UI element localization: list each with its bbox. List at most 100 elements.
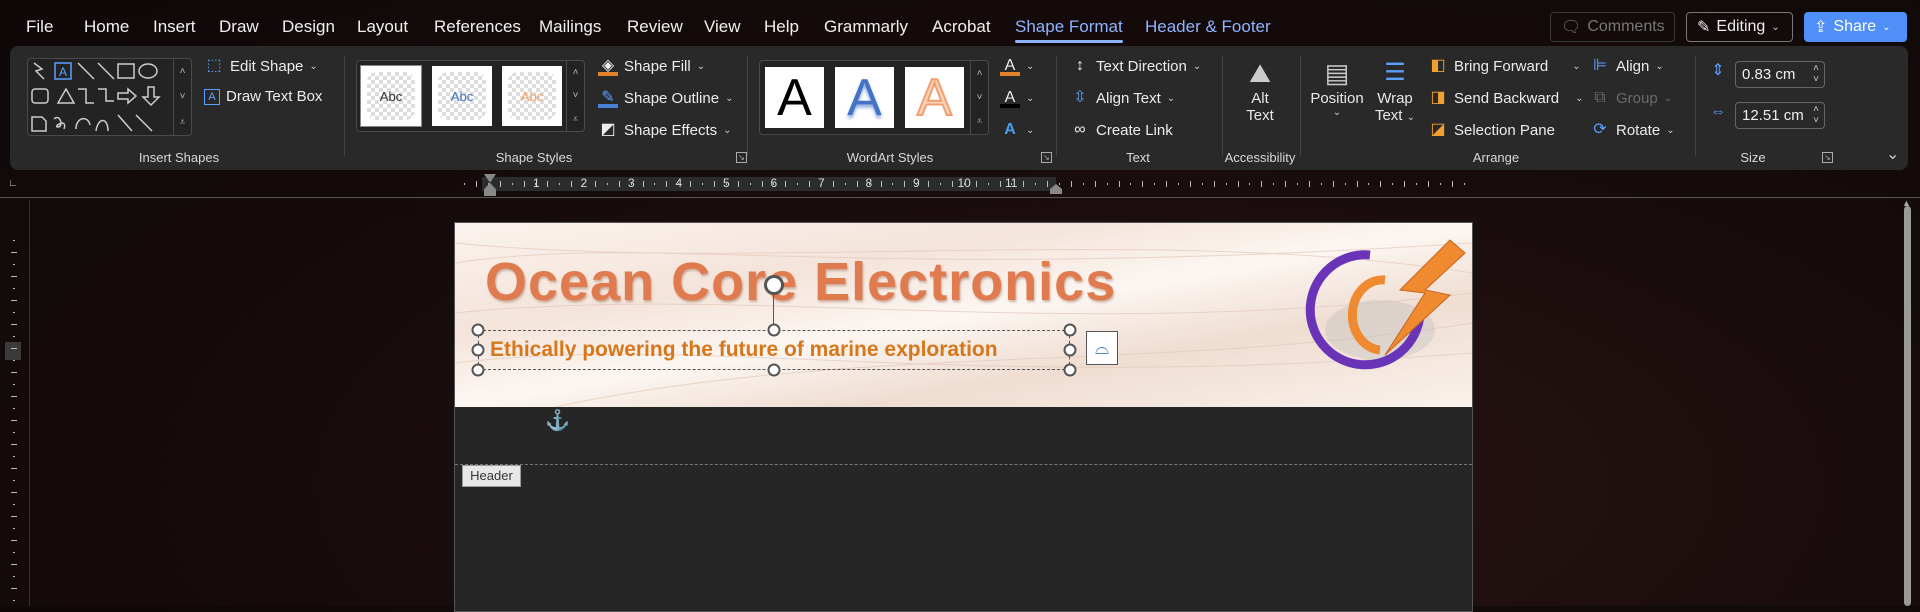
tab-file[interactable]: File	[26, 17, 53, 37]
tab-view[interactable]: View	[704, 17, 741, 37]
resize-handle[interactable]	[1063, 343, 1077, 357]
ruler-tick	[13, 432, 15, 433]
text-direction-button[interactable]: ↕ Text Direction ⌄	[1070, 56, 1201, 76]
shape-style-sample: Abc	[508, 72, 556, 120]
edit-shape-button[interactable]: ⬚ Edit Shape ⌄	[204, 56, 317, 76]
ruler-tick	[773, 183, 775, 185]
align-button[interactable]: ⊫ Align ⌄	[1590, 56, 1664, 76]
group-icon: ⧉	[1594, 89, 1606, 106]
rotate-button[interactable]: ⟳ Rotate ⌄	[1590, 120, 1674, 140]
editing-mode-button[interactable]: ✎ Editing ⌄	[1686, 12, 1793, 42]
comments-button[interactable]: 🗨 Comments	[1550, 12, 1675, 42]
shape-height-input[interactable]: 0.83 cm ˄ ˅	[1735, 61, 1825, 88]
document-page[interactable]: Ocean Core Electronics Ethically powerin…	[454, 222, 1473, 612]
wordart-style-tile[interactable]: A	[835, 67, 894, 128]
draw-text-box-button[interactable]: A Draw Text Box	[204, 88, 322, 105]
tab-mailings[interactable]: Mailings	[539, 17, 601, 37]
ruler-tick	[11, 300, 17, 301]
align-text-label: Align Text	[1096, 89, 1161, 107]
resize-handle[interactable]	[471, 343, 485, 357]
ruler-tick	[1201, 183, 1203, 185]
align-text-icon: ⇳	[1073, 89, 1087, 106]
wordart-style-tile[interactable]: A	[905, 67, 964, 128]
ruler-tick	[1166, 181, 1168, 187]
shape-width-input[interactable]: 12.51 cm ˄ ˅	[1735, 102, 1825, 129]
scroll-up-icon[interactable]: ▲	[1902, 198, 1911, 208]
resize-handle[interactable]	[767, 363, 781, 377]
spinner-icon[interactable]: ˄ ˅	[1813, 63, 1819, 85]
text-effects-button[interactable]: A ⌄	[1000, 120, 1034, 140]
ruler-tick	[1059, 183, 1060, 185]
ruler-tick	[535, 183, 537, 185]
tab-design[interactable]: Design	[282, 17, 335, 37]
dialog-launcher-icon[interactable]: ↘	[1822, 152, 1833, 163]
dialog-launcher-icon[interactable]: ↘	[1041, 152, 1052, 163]
tab-selector-icon[interactable]: ∟	[8, 178, 18, 189]
wordart-style-tile[interactable]: A	[765, 67, 824, 128]
resize-handle[interactable]	[767, 323, 781, 337]
collapse-ribbon-icon[interactable]: ⌄	[1886, 144, 1899, 164]
group-label: Group	[1616, 89, 1658, 107]
spinner-icon[interactable]: ˄ ˅	[1813, 104, 1819, 126]
layout-options-icon[interactable]: ⌓	[1086, 331, 1118, 365]
alt-text-button[interactable]: ⛰ Alt Text	[1240, 56, 1280, 124]
bring-forward-button[interactable]: ◧ Bring Forward ⌄	[1428, 56, 1580, 76]
resize-handle[interactable]	[471, 323, 485, 337]
tab-grammarly[interactable]: Grammarly	[824, 17, 908, 37]
tab-review[interactable]: Review	[627, 17, 683, 37]
selection-pane-button[interactable]: ◪ Selection Pane	[1428, 120, 1554, 140]
tab-shape-format[interactable]: Shape Format	[1015, 17, 1123, 43]
company-title[interactable]: Ocean Core Electronics	[485, 251, 1116, 313]
tab-home[interactable]: Home	[84, 17, 129, 37]
tab-references[interactable]: References	[434, 17, 521, 37]
shape-style-thumb[interactable]: Abc	[432, 66, 492, 126]
vertical-scrollbar[interactable]	[1904, 206, 1911, 606]
ruler-tick	[809, 181, 811, 187]
share-button[interactable]: ⇪ Share ⌄	[1804, 12, 1907, 42]
vertical-ruler[interactable]	[0, 200, 28, 606]
tab-insert[interactable]: Insert	[153, 17, 196, 37]
create-link-button[interactable]: ∞ Create Link	[1070, 120, 1172, 140]
shape-style-sample: Abc	[367, 72, 415, 120]
header-banner-image[interactable]: Ocean Core Electronics Ethically powerin…	[455, 223, 1472, 407]
pencil-icon: ✎	[1697, 19, 1711, 36]
position-button[interactable]: ▤ Position ⌄	[1310, 56, 1364, 118]
tab-acrobat[interactable]: Acrobat	[932, 17, 991, 37]
text-box-icon: A	[204, 88, 220, 105]
dialog-launcher-icon[interactable]: ↘	[736, 152, 747, 163]
ruler-tick	[13, 504, 15, 505]
ruler-tick	[1380, 181, 1382, 187]
tab-header-footer[interactable]: Header & Footer	[1145, 17, 1271, 37]
wordart-styles-group-label: WordArt Styles	[846, 150, 934, 165]
wrap-text-button[interactable]: ☰ Wrap Text ⌄	[1372, 56, 1418, 124]
tab-help[interactable]: Help	[764, 17, 799, 37]
resize-handle[interactable]	[1063, 323, 1077, 337]
ruler-tick	[1011, 183, 1013, 185]
shape-outline-button[interactable]: ✎ Shape Outline ⌄	[598, 88, 733, 108]
text-outline-button[interactable]: A ⌄	[1000, 88, 1034, 108]
group-button[interactable]: ⧉ Group ⌄	[1590, 88, 1672, 108]
tab-layout[interactable]: Layout	[357, 17, 408, 37]
text-fill-button[interactable]: A ⌄	[1000, 56, 1034, 76]
edit-shape-label: Edit Shape	[230, 57, 304, 75]
comment-icon: 🗨	[1561, 19, 1582, 36]
shape-fill-button[interactable]: ◈ Shape Fill ⌄	[598, 56, 705, 76]
shape-style-thumb[interactable]: Abc	[502, 66, 562, 126]
tab-draw[interactable]: Draw	[219, 17, 259, 37]
divider	[1222, 56, 1223, 156]
resize-handle[interactable]	[471, 363, 485, 377]
ruler-tick	[11, 324, 17, 325]
rotation-handle-icon[interactable]	[764, 275, 784, 295]
send-backward-button[interactable]: ◨ Send Backward ⌄	[1428, 88, 1583, 108]
send-backward-label: Send Backward	[1454, 89, 1560, 107]
shape-styles-gallery[interactable]: Abc Abc Abc ˄ ˅ ⩡	[356, 60, 585, 132]
shape-style-thumb[interactable]: Abc	[360, 65, 422, 127]
ruler-tick	[1178, 183, 1179, 185]
header-tag: Header	[462, 465, 521, 487]
wordart-gallery[interactable]: A A A ˄ ˅ ⩡	[759, 60, 989, 135]
resize-handle[interactable]	[1063, 363, 1077, 377]
shapes-gallery[interactable]: A ˄ ˅ ⩡	[27, 58, 192, 136]
shape-effects-button[interactable]: ◩ Shape Effects ⌄	[598, 120, 731, 140]
align-text-button[interactable]: ⇳ Align Text ⌄	[1070, 88, 1175, 108]
send-backward-icon: ◨	[1430, 89, 1446, 106]
